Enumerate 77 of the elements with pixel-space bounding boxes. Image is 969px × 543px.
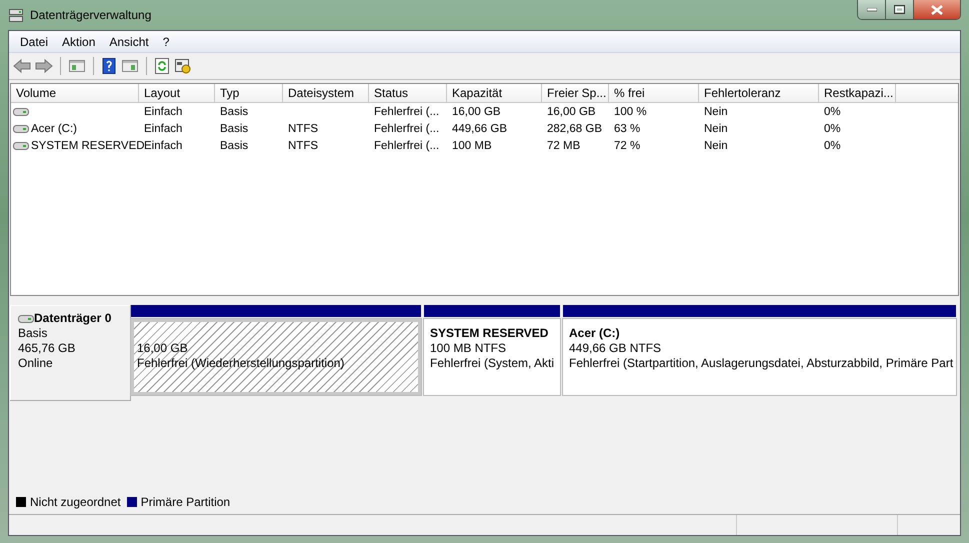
table-cell: 16,00 GB	[547, 106, 596, 118]
table-cell: Einfach	[144, 122, 182, 134]
table-cell: Nein	[704, 122, 728, 134]
table-cell: NTFS	[288, 122, 318, 134]
table-cell: 100 MB	[452, 140, 492, 152]
table-cell: 100 %	[614, 106, 647, 118]
table-cell: 0%	[824, 122, 841, 134]
table-cell: Einfach	[144, 140, 182, 152]
column-header[interactable]: Kapazität	[447, 84, 542, 102]
table-cell: Fehlerfrei (...	[374, 122, 440, 134]
drive-icon	[13, 124, 29, 134]
partition-block[interactable]: 16,00 GB Fehlerfrei (Wiederherstellungspartition)	[131, 319, 421, 395]
table-cell: Fehlerfrei (...	[374, 140, 440, 152]
partition-status: Fehlerfrei (System, Akti	[430, 356, 554, 371]
table-cell: 0%	[824, 140, 841, 152]
table-cell: 16,00 GB	[452, 106, 501, 118]
table-cell: Nein	[704, 140, 728, 152]
table-cell: 72 MB	[547, 140, 580, 152]
disk-info-panel[interactable]: Datenträger 0 Basis 465,76 GB Online	[10, 305, 131, 401]
column-header[interactable]: Fehlertoleranz	[699, 84, 819, 102]
disk-type: Basis	[18, 326, 48, 341]
minimize-icon	[866, 8, 876, 12]
column-header[interactable]: % frei	[609, 84, 699, 102]
legend-label: Nicht zugeordnet	[30, 495, 121, 509]
partition-size: 100 MB NTFS	[430, 341, 508, 356]
menu-item[interactable]: ?	[156, 34, 176, 48]
minimize-button[interactable]	[858, 0, 886, 19]
menu-item[interactable]: Ansicht	[102, 34, 156, 48]
column-header[interactable]: Status	[369, 84, 447, 102]
partition-name: SYSTEM RESERVED	[430, 326, 550, 341]
partition-name: Acer (C:)	[569, 326, 621, 341]
partition-status: Fehlerfrei (Wiederherstellungspartition)	[137, 356, 346, 371]
table-cell: 63 %	[614, 122, 640, 134]
table-cell: NTFS	[288, 140, 318, 152]
disk-name: Datenträger 0	[34, 311, 112, 326]
table-cell: 72 %	[614, 140, 640, 152]
drive-icon	[13, 140, 29, 150]
column-header[interactable]: Layout	[139, 84, 215, 102]
refresh-icon[interactable]	[154, 58, 170, 74]
column-header[interactable]: Volume	[11, 84, 139, 102]
table-cell: Fehlerfrei (...	[374, 106, 440, 118]
forward-arrow-icon[interactable]	[35, 58, 53, 74]
disk-size: 465,76 GB	[18, 341, 76, 356]
maximize-icon	[894, 5, 905, 14]
table-cell: Nein	[704, 106, 728, 118]
table-cell: Acer (C:)	[31, 122, 77, 134]
menu-item[interactable]: Aktion	[55, 34, 102, 48]
partition-block[interactable]: Acer (C:) 449,66 GB NTFS Fehlerfrei (Startpartition, Auslagerungsdatei, Absturzabbild, Primäre Part	[563, 319, 956, 395]
menu-item[interactable]: Datei	[13, 34, 56, 48]
partition-size: 449,66 GB NTFS	[569, 341, 662, 356]
legend-label: Primäre Partition	[140, 495, 230, 509]
partition-block[interactable]: SYSTEM RESERVED 100 MB NTFS Fehlerfrei (System, Akti	[424, 319, 560, 395]
drive-icon	[18, 314, 34, 324]
table-cell: Basis	[220, 122, 248, 134]
table-cell: Basis	[220, 140, 248, 152]
panel-icon[interactable]	[68, 58, 86, 74]
table-cell: Basis	[220, 106, 248, 118]
table-cell: 0%	[824, 106, 841, 118]
maximize-button[interactable]	[886, 0, 914, 19]
partition-size: 16,00 GB	[137, 341, 189, 356]
close-icon	[931, 4, 943, 14]
back-arrow-icon[interactable]	[13, 58, 31, 74]
properties-icon[interactable]	[174, 58, 192, 74]
column-header[interactable]: Restkapazi...	[819, 84, 896, 102]
disk-state: Online	[18, 356, 54, 371]
table-cell: 282,68 GB	[547, 122, 602, 134]
drive-icon	[13, 106, 29, 116]
column-header[interactable]: Freier Sp...	[542, 84, 609, 102]
column-header[interactable]: Typ	[215, 84, 283, 102]
disk-management-icon	[8, 7, 24, 23]
close-button[interactable]	[914, 0, 960, 19]
column-header[interactable]: Dateisystem	[283, 84, 369, 102]
table-cell: 449,66 GB	[452, 122, 507, 134]
window-title: Datenträgerverwaltung	[30, 8, 152, 22]
table-cell: Einfach	[144, 106, 182, 118]
help-icon[interactable]	[101, 58, 117, 74]
table-cell: SYSTEM RESERVED	[31, 140, 145, 152]
